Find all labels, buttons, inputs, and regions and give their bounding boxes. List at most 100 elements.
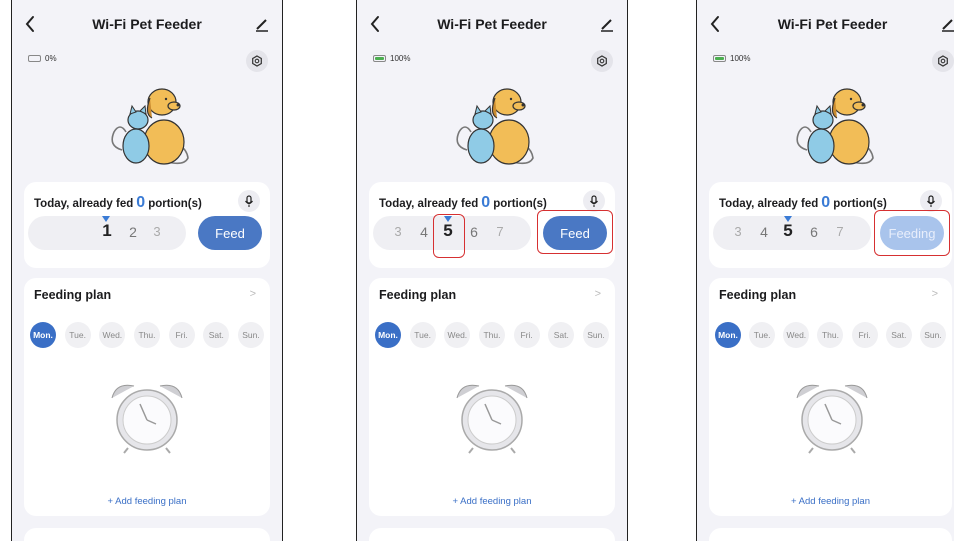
battery-percent: 100%	[390, 54, 411, 63]
settings-gear-icon[interactable]	[246, 50, 268, 72]
add-feeding-plan-link[interactable]: + Add feeding plan	[24, 496, 270, 507]
fed-suffix: portion(s)	[148, 198, 202, 210]
battery-icon	[713, 55, 726, 62]
portion-option[interactable]: 4	[415, 224, 433, 240]
next-card	[24, 528, 270, 541]
weekday-selector: Mon. Tue. Wed. Thu. Fri. Sat. Sun.	[30, 322, 264, 348]
phone-screen-2: Wi-Fi Pet Feeder 100% Today, already fed…	[356, 0, 628, 541]
battery-percent: 0%	[45, 54, 57, 63]
day-sun[interactable]: Sun.	[237, 322, 264, 348]
highlight-box	[874, 210, 950, 256]
day-wed[interactable]: Wed.	[783, 322, 810, 348]
day-thu[interactable]: Thu.	[478, 322, 505, 348]
next-card	[709, 528, 952, 541]
microphone-icon[interactable]	[920, 190, 942, 212]
feeding-plan-card: Feeding plan > Mon. Tue. Wed. Thu. Fri. …	[24, 278, 270, 516]
portion-picker[interactable]: 1 2 3	[28, 216, 186, 250]
alarm-clock-icon	[456, 384, 528, 454]
portion-option[interactable]: 1	[98, 221, 116, 241]
day-wed[interactable]: Wed.	[99, 322, 126, 348]
battery-icon	[373, 55, 386, 62]
portion-option[interactable]: 6	[805, 224, 823, 240]
day-mon[interactable]: Mon.	[715, 322, 741, 348]
fed-prefix: Today, already fed	[34, 198, 134, 210]
portion-option[interactable]: 7	[491, 224, 509, 239]
next-card	[369, 528, 615, 541]
page-title: Wi-Fi Pet Feeder	[777, 16, 888, 32]
day-sun[interactable]: Sun.	[919, 322, 946, 348]
portion-option[interactable]: 3	[148, 224, 166, 239]
chevron-right-icon[interactable]: >	[250, 288, 256, 300]
page-title: Wi-Fi Pet Feeder	[437, 16, 547, 32]
day-fri[interactable]: Fri.	[168, 322, 195, 348]
feeding-plan-card: Feeding plan > Mon. Tue. Wed. Thu. Fri. …	[709, 278, 952, 516]
fed-suffix: portion(s)	[833, 198, 887, 210]
highlight-box	[433, 214, 465, 258]
fed-prefix: Today, already fed	[379, 198, 479, 210]
day-thu[interactable]: Thu.	[133, 322, 160, 348]
fed-summary: Today, already fed 0 portion(s)	[34, 194, 202, 212]
portion-option[interactable]: 3	[389, 224, 407, 239]
day-mon[interactable]: Mon.	[30, 322, 56, 348]
add-feeding-plan-link[interactable]: + Add feeding plan	[709, 496, 952, 507]
alarm-clock-icon	[796, 384, 868, 454]
day-sat[interactable]: Sat.	[203, 322, 230, 348]
portion-option[interactable]: 3	[729, 224, 747, 239]
add-feeding-plan-link[interactable]: + Add feeding plan	[369, 496, 615, 507]
microphone-icon[interactable]	[238, 190, 260, 212]
portion-option[interactable]: 2	[124, 224, 142, 240]
portion-option[interactable]: 4	[755, 224, 773, 240]
day-tue[interactable]: Tue.	[64, 322, 91, 348]
battery-status: 0%	[28, 54, 57, 63]
fed-summary: Today, already fed 0 portion(s)	[379, 194, 547, 212]
edit-icon[interactable]	[940, 16, 954, 32]
portion-option[interactable]: 7	[831, 224, 849, 239]
day-fri[interactable]: Fri.	[851, 322, 878, 348]
day-mon[interactable]: Mon.	[375, 322, 401, 348]
chevron-right-icon[interactable]: >	[595, 288, 601, 300]
edit-icon[interactable]	[254, 16, 270, 32]
day-fri[interactable]: Fri.	[513, 322, 540, 348]
day-sat[interactable]: Sat.	[885, 322, 912, 348]
feed-card: Today, already fed 0 portion(s) 1 2 3 Fe…	[24, 182, 270, 268]
microphone-icon[interactable]	[583, 190, 605, 212]
fed-count: 0	[821, 194, 831, 211]
pet-illustration	[456, 88, 534, 165]
day-thu[interactable]: Thu.	[817, 322, 844, 348]
pet-illustration	[796, 88, 874, 165]
feed-card: Today, already fed 0 portion(s) 3 4 5 6 …	[369, 182, 615, 268]
day-tue[interactable]: Tue.	[749, 322, 776, 348]
fed-prefix: Today, already fed	[719, 198, 819, 210]
day-tue[interactable]: Tue.	[409, 322, 436, 348]
feeding-plan-card: Feeding plan > Mon. Tue. Wed. Thu. Fri. …	[369, 278, 615, 516]
top-bar: Wi-Fi Pet Feeder	[357, 12, 627, 40]
portion-option[interactable]: 5	[779, 221, 797, 241]
settings-gear-icon[interactable]	[932, 50, 954, 72]
phone-screen-1: Wi-Fi Pet Feeder 0% Today, already fed 0…	[11, 0, 283, 541]
fed-count: 0	[136, 194, 146, 211]
feed-button[interactable]: Feed	[198, 216, 262, 250]
day-sun[interactable]: Sun.	[582, 322, 609, 348]
fed-count: 0	[481, 194, 491, 211]
portion-picker[interactable]: 3 4 5 6 7	[713, 216, 871, 250]
battery-icon	[28, 55, 41, 62]
battery-percent: 100%	[730, 54, 751, 63]
chevron-right-icon[interactable]: >	[932, 288, 938, 300]
weekday-selector: Mon. Tue. Wed. Thu. Fri. Sat. Sun.	[375, 322, 609, 348]
feeding-plan-title: Feeding plan	[379, 288, 457, 302]
day-sat[interactable]: Sat.	[548, 322, 575, 348]
alarm-clock-icon	[111, 384, 183, 454]
edit-icon[interactable]	[599, 16, 615, 32]
feeding-plan-title: Feeding plan	[719, 288, 797, 302]
fed-suffix: portion(s)	[493, 198, 547, 210]
top-bar: Wi-Fi Pet Feeder	[12, 12, 282, 40]
battery-status: 100%	[713, 54, 750, 63]
fed-summary: Today, already fed 0 portion(s)	[719, 194, 887, 212]
portion-option[interactable]: 6	[465, 224, 483, 240]
feeding-plan-title: Feeding plan	[34, 288, 112, 302]
highlight-box	[537, 210, 613, 254]
feed-card: Today, already fed 0 portion(s) 3 4 5 6 …	[709, 182, 952, 268]
weekday-selector: Mon. Tue. Wed. Thu. Fri. Sat. Sun.	[715, 322, 946, 348]
settings-gear-icon[interactable]	[591, 50, 613, 72]
day-wed[interactable]: Wed.	[444, 322, 471, 348]
